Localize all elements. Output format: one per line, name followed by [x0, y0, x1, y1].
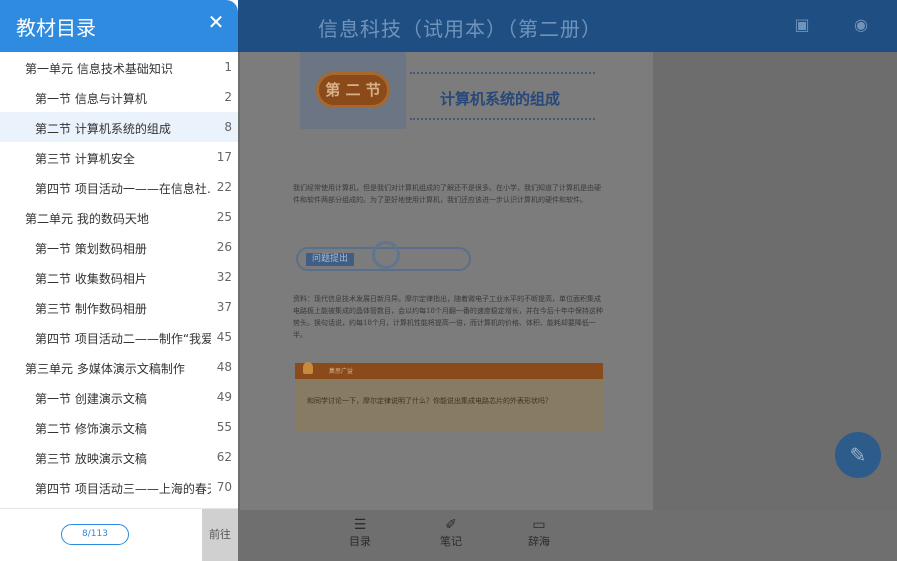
drawer-footer: 8/113 前往: [0, 508, 238, 561]
toc-item[interactable]: 第一节 策划数码相册 26: [0, 232, 238, 262]
divider: [410, 118, 595, 120]
toc-item-selected[interactable]: 第二节 计算机系统的组成 8: [0, 112, 238, 142]
question-box: 问题提出: [296, 241, 471, 271]
book-title: 信息科技（试用本）（第二册）: [318, 17, 602, 41]
note-header-bar: 集思广益: [295, 362, 603, 379]
section-label: 第 二 节: [316, 72, 390, 108]
drawer-header: 教材目录 ✕: [0, 0, 238, 52]
go-button[interactable]: 前往: [202, 509, 238, 561]
material-paragraph: 资料：现代信息技术发展日新月异。摩尔定律指出，随着微电子工业水平的不断提高，单位…: [293, 295, 603, 339]
toc-item[interactable]: 第四节 项目活动二——制作“我爱. 45: [0, 322, 238, 352]
toc-item[interactable]: 第一节 创建演示文稿 49: [0, 382, 238, 412]
toc-item[interactable]: 第一节 信息与计算机 2: [0, 82, 238, 112]
page-number-input[interactable]: 8/113: [61, 524, 129, 545]
toc-item[interactable]: 第一单元 信息技术基础知识 1: [0, 52, 238, 82]
eye-icon[interactable]: ◉: [851, 15, 871, 35]
toc-drawer: 教材目录 ✕ 第一单元 信息技术基础知识 1 第一节 信息与计算机 2 第二节 计算…: [0, 0, 238, 561]
toc-item[interactable]: 第二节 收集数码相片 32: [0, 262, 238, 292]
toc-item[interactable]: 第三节 制作数码相册 37: [0, 292, 238, 322]
question-label: 问题提出: [306, 253, 354, 266]
divider: [410, 72, 595, 74]
section-title: 计算机系统的组成: [440, 90, 561, 108]
section-badge: 第 二 节: [300, 52, 406, 129]
note-text: 和同学讨论一下，摩尔定律说明了什么？你能说出集成电路芯片的外表形状吗？: [307, 397, 552, 405]
toc-item[interactable]: 第四节 项目活动三——上海的春天 70: [0, 472, 238, 502]
toc-icon: ☰: [353, 517, 367, 533]
intro-paragraph: 我们经常使用计算机，但是我们对计算机组成的了解还不是很多。在小学，我们知道了计算…: [293, 184, 601, 204]
pen-icon[interactable]: ✎: [835, 432, 881, 478]
dictionary-button[interactable]: ▭ 辞海: [519, 516, 559, 550]
pin-icon: [303, 362, 313, 374]
book-icon: ▭: [532, 517, 546, 533]
page-icon[interactable]: ▣: [792, 15, 812, 35]
toc-item[interactable]: 第四节 项目活动一——在信息社… 22: [0, 172, 238, 202]
note-box: 和同学讨论一下，摩尔定律说明了什么？你能说出集成电路芯片的外表形状吗？: [295, 379, 603, 432]
toc-item[interactable]: 第三节 计算机安全 17: [0, 142, 238, 172]
notes-button[interactable]: ✐ 笔记: [431, 516, 471, 550]
toc-item[interactable]: 第二节 修饰演示文稿 55: [0, 412, 238, 442]
close-icon[interactable]: ✕: [206, 10, 226, 34]
drawer-title: 教材目录: [16, 16, 96, 40]
toc-item[interactable]: 第三单元 多媒体演示文稿制作 48: [0, 352, 238, 382]
toc-list: 第一单元 信息技术基础知识 1 第一节 信息与计算机 2 第二节 计算机系统的组成 8…: [0, 52, 238, 508]
magnifier-icon: [372, 241, 400, 269]
toc-item[interactable]: 第三节 放映演示文稿 62: [0, 442, 238, 472]
toc-item[interactable]: 第二单元 我的数码天地 25: [0, 202, 238, 232]
note-edit-icon: ✐: [445, 517, 457, 533]
note-header: 集思广益: [329, 368, 354, 375]
toc-button[interactable]: ☰ 目录: [340, 516, 380, 550]
